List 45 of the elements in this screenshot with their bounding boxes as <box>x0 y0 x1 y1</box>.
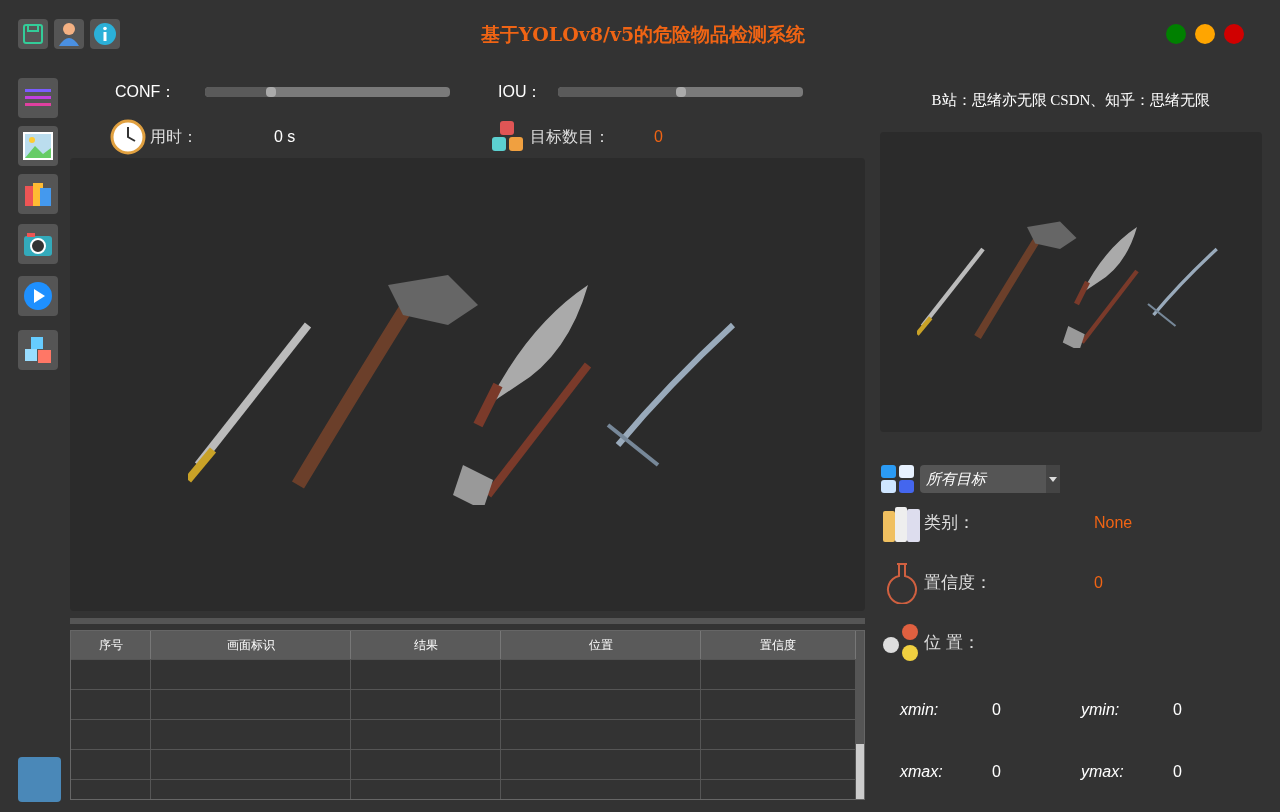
stat-value: 0 s <box>274 127 296 147</box>
detail-value: 0 <box>1094 573 1103 593</box>
play-icon[interactable] <box>18 276 58 316</box>
coord-label: ymin: <box>1081 700 1121 720</box>
clock-icon <box>110 119 146 155</box>
image-icon[interactable] <box>18 126 58 166</box>
coord-value: 0 <box>992 700 1001 720</box>
detail-label: 置信度： <box>924 572 993 595</box>
save-icon[interactable] <box>18 19 48 49</box>
slider-thumb[interactable] <box>675 87 686 97</box>
column-header[interactable]: 位置 <box>501 631 701 659</box>
stat-value: 0 <box>654 127 663 147</box>
stat-label: 目标数目： <box>530 127 611 147</box>
maximize-button[interactable] <box>1166 24 1186 44</box>
coord-label: xmax: <box>900 762 944 782</box>
info-icon[interactable] <box>90 19 120 49</box>
slider-track[interactable] <box>558 87 803 97</box>
minimize-button[interactable] <box>1195 24 1215 44</box>
target-dropdown[interactable]: 所有目标 <box>920 465 1060 493</box>
coord-value: 0 <box>992 762 1001 782</box>
caret-icon <box>1049 476 1057 482</box>
scrollbar[interactable] <box>856 631 864 799</box>
checkbox-grid-icon <box>880 464 916 494</box>
stat-label: 用时： <box>150 127 199 147</box>
slider-label: CONF： <box>115 82 178 102</box>
author-credit: B站：思绪亦无限 CSDN、知乎：思绪无限 <box>931 90 1211 110</box>
column-header[interactable]: 序号 <box>71 631 151 659</box>
detail-label: 类别： <box>924 512 976 535</box>
coord-value: 0 <box>1173 762 1182 782</box>
coord-label: xmin: <box>900 700 940 720</box>
slider-label: IOU： <box>498 82 544 102</box>
column-header[interactable]: 结果 <box>351 631 501 659</box>
detail-value: None <box>1094 513 1133 533</box>
coord-value: 0 <box>1173 700 1182 720</box>
detail-label: 位 置： <box>924 632 981 655</box>
coord-label: ymax: <box>1081 762 1125 782</box>
slider-thumb[interactable] <box>266 87 277 97</box>
cubes-icon[interactable] <box>18 330 58 370</box>
camera-icon[interactable] <box>18 224 58 264</box>
slider-track[interactable] <box>205 87 450 97</box>
window-title: 基于YOLOv8/v5的危险物品检测系统 <box>480 21 806 47</box>
column-header[interactable]: 画面标识 <box>151 631 351 659</box>
user-icon[interactable] <box>54 19 84 49</box>
flask-icon <box>886 562 918 604</box>
close-button[interactable] <box>1224 24 1244 44</box>
